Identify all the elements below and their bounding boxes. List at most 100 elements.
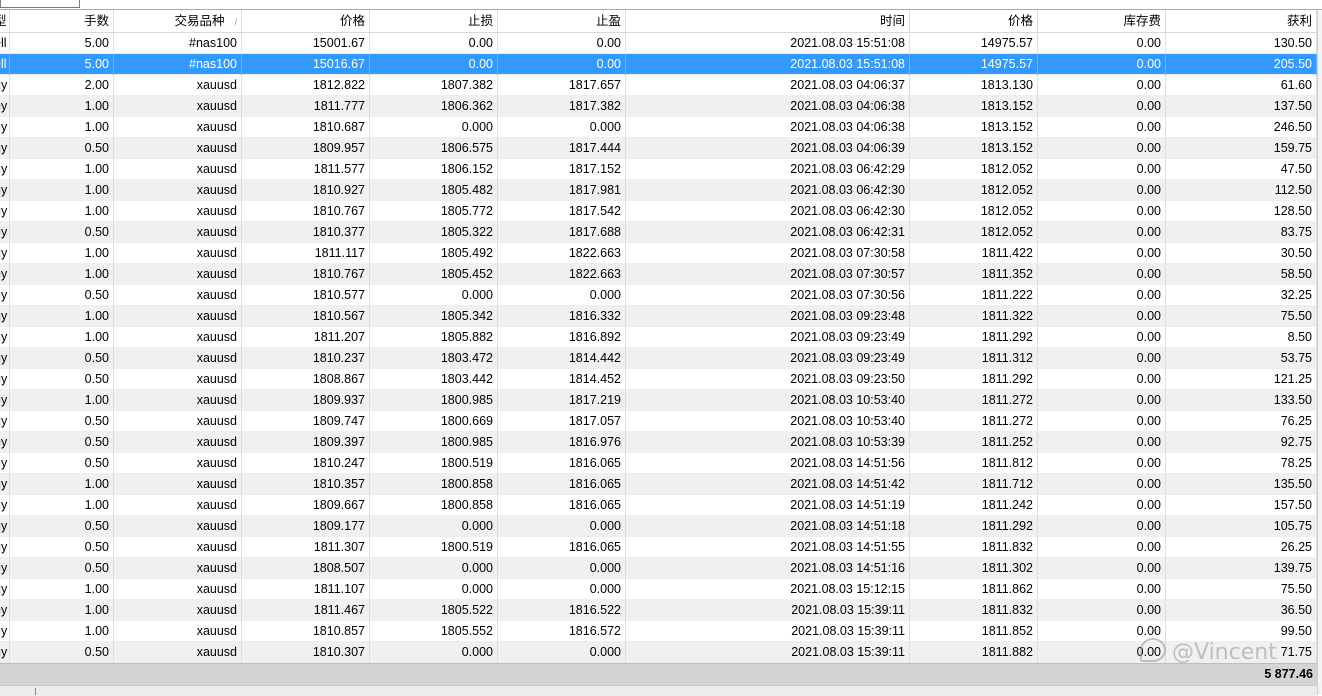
splitter-handle[interactable] bbox=[35, 688, 36, 695]
table-row[interactable]: uy1.00xauusd1810.8571805.5521816.5722021… bbox=[0, 621, 1317, 642]
table-row[interactable]: uy0.50xauusd1810.2371803.4721814.4422021… bbox=[0, 348, 1317, 369]
column-header-lots[interactable]: 手数 bbox=[10, 10, 114, 32]
cell-price: 1813.130 bbox=[910, 75, 1038, 96]
cell-open-price: 1811.777 bbox=[242, 96, 370, 117]
cell-price: 14975.57 bbox=[910, 54, 1038, 75]
cell-swap: 0.00 bbox=[1038, 327, 1166, 348]
cell-take-profit: 1816.065 bbox=[498, 453, 626, 474]
cell-stop-loss: 1803.472 bbox=[370, 348, 498, 369]
table-row[interactable]: uy1.00xauusd1810.3571800.8581816.0652021… bbox=[0, 474, 1317, 495]
table-row[interactable]: uy0.50xauusd1811.3071800.5191816.0652021… bbox=[0, 537, 1317, 558]
cell-type: uy bbox=[0, 138, 10, 159]
cell-take-profit: 1817.444 bbox=[498, 138, 626, 159]
panel-tab[interactable] bbox=[0, 0, 80, 8]
cell-swap: 0.00 bbox=[1038, 579, 1166, 600]
table-row[interactable]: uy1.00xauusd1811.4671805.5221816.5222021… bbox=[0, 600, 1317, 621]
table-row[interactable]: uy1.00xauusd1810.7671805.4521822.6632021… bbox=[0, 264, 1317, 285]
cell-lots: 1.00 bbox=[10, 579, 114, 600]
cell-price: 1813.152 bbox=[910, 138, 1038, 159]
table-row[interactable]: uy0.50xauusd1809.9571806.5751817.4442021… bbox=[0, 138, 1317, 159]
cell-lots: 1.00 bbox=[10, 600, 114, 621]
cell-type: uy bbox=[0, 243, 10, 264]
table-row[interactable]: uy2.00xauusd1812.8221807.3821817.6572021… bbox=[0, 75, 1317, 96]
cell-symbol: xauusd bbox=[114, 453, 242, 474]
column-header-price[interactable]: 价格 bbox=[910, 10, 1038, 32]
cell-price: 1811.812 bbox=[910, 453, 1038, 474]
table-row[interactable]: uy1.00xauusd1811.2071805.8821816.8922021… bbox=[0, 327, 1317, 348]
cell-type: uy bbox=[0, 159, 10, 180]
cell-lots: 5.00 bbox=[10, 33, 114, 54]
cell-lots: 1.00 bbox=[10, 474, 114, 495]
column-header-take-profit[interactable]: 止盈 bbox=[498, 10, 626, 32]
cell-lots: 0.50 bbox=[10, 348, 114, 369]
table-row[interactable]: uy0.50xauusd1808.5070.0000.0002021.08.03… bbox=[0, 558, 1317, 579]
column-header-time[interactable]: 时间 bbox=[626, 10, 910, 32]
table-row[interactable]: uy1.00xauusd1811.5771806.1521817.1522021… bbox=[0, 159, 1317, 180]
table-row[interactable]: uy1.00xauusd1810.7671805.7721817.5422021… bbox=[0, 201, 1317, 222]
table-row[interactable]: uy0.50xauusd1810.3070.0000.0002021.08.03… bbox=[0, 642, 1317, 663]
cell-swap: 0.00 bbox=[1038, 54, 1166, 75]
cell-type: uy bbox=[0, 75, 10, 96]
cell-swap: 0.00 bbox=[1038, 558, 1166, 579]
cell-price: 1811.882 bbox=[910, 642, 1038, 663]
cell-symbol: xauusd bbox=[114, 495, 242, 516]
cell-open-price: 1810.567 bbox=[242, 306, 370, 327]
cell-open-price: 1808.867 bbox=[242, 369, 370, 390]
cell-type: ell bbox=[0, 54, 10, 75]
cell-stop-loss: 1806.575 bbox=[370, 138, 498, 159]
cell-open-price: 1809.747 bbox=[242, 411, 370, 432]
column-header-profit[interactable]: 获利 bbox=[1166, 10, 1317, 32]
table-row[interactable]: uy1.00xauusd1811.1171805.4921822.6632021… bbox=[0, 243, 1317, 264]
table-row[interactable]: uy0.50xauusd1810.3771805.3221817.6882021… bbox=[0, 222, 1317, 243]
table-row[interactable]: ell5.00#nas10015016.670.000.002021.08.03… bbox=[0, 54, 1317, 75]
cell-take-profit: 1816.065 bbox=[498, 537, 626, 558]
table-row[interactable]: uy1.00xauusd1810.6870.0000.0002021.08.03… bbox=[0, 117, 1317, 138]
cell-swap: 0.00 bbox=[1038, 243, 1166, 264]
cell-lots: 1.00 bbox=[10, 390, 114, 411]
table-row[interactable]: uy1.00xauusd1809.9371800.9851817.2192021… bbox=[0, 390, 1317, 411]
table-row[interactable]: uy0.50xauusd1809.3971800.9851816.9762021… bbox=[0, 432, 1317, 453]
column-header-swap[interactable]: 库存费 bbox=[1038, 10, 1166, 32]
cell-open-price: 1810.237 bbox=[242, 348, 370, 369]
cell-price: 14975.57 bbox=[910, 33, 1038, 54]
cell-lots: 1.00 bbox=[10, 264, 114, 285]
cell-stop-loss: 1805.482 bbox=[370, 180, 498, 201]
cell-open-price: 1809.937 bbox=[242, 390, 370, 411]
table-row[interactable]: uy1.00xauusd1809.6671800.8581816.0652021… bbox=[0, 495, 1317, 516]
table-row[interactable]: uy0.50xauusd1809.1770.0000.0002021.08.03… bbox=[0, 516, 1317, 537]
cell-profit: 53.75 bbox=[1166, 348, 1317, 369]
cell-open-price: 1811.577 bbox=[242, 159, 370, 180]
cell-open-price: 1809.177 bbox=[242, 516, 370, 537]
cell-swap: 0.00 bbox=[1038, 600, 1166, 621]
cell-price: 1812.052 bbox=[910, 222, 1038, 243]
vertical-scrollbar[interactable] bbox=[1317, 10, 1322, 695]
total-bar: 5 877.46 bbox=[0, 663, 1317, 685]
cell-take-profit: 0.000 bbox=[498, 642, 626, 663]
table-row[interactable]: uy1.00xauusd1811.7771806.3621817.3822021… bbox=[0, 96, 1317, 117]
table-row[interactable]: uy1.00xauusd1810.5671805.3421816.3322021… bbox=[0, 306, 1317, 327]
table-row[interactable]: uy0.50xauusd1810.5770.0000.0002021.08.03… bbox=[0, 285, 1317, 306]
column-header-open-price[interactable]: 价格 bbox=[242, 10, 370, 32]
cell-open-price: 1810.357 bbox=[242, 474, 370, 495]
column-header-type[interactable]: 型 bbox=[0, 10, 10, 32]
cell-profit: 112.50 bbox=[1166, 180, 1317, 201]
cell-type: uy bbox=[0, 390, 10, 411]
table-row[interactable]: uy1.00xauusd1810.9271805.4821817.9812021… bbox=[0, 180, 1317, 201]
cell-symbol: xauusd bbox=[114, 474, 242, 495]
table-row[interactable]: uy0.50xauusd1809.7471800.6691817.0572021… bbox=[0, 411, 1317, 432]
cell-stop-loss: 1800.858 bbox=[370, 495, 498, 516]
column-header-symbol[interactable]: 交易品种 / bbox=[114, 10, 242, 32]
table-row[interactable]: uy0.50xauusd1808.8671803.4421814.4522021… bbox=[0, 369, 1317, 390]
table-row[interactable]: uy0.50xauusd1810.2471800.5191816.0652021… bbox=[0, 453, 1317, 474]
watermark-text: @Vincent bbox=[1172, 640, 1277, 665]
column-header-stop-loss[interactable]: 止损 bbox=[370, 10, 498, 32]
cell-lots: 1.00 bbox=[10, 159, 114, 180]
table-row[interactable]: uy1.00xauusd1811.1070.0000.0002021.08.03… bbox=[0, 579, 1317, 600]
cell-profit: 8.50 bbox=[1166, 327, 1317, 348]
cell-lots: 1.00 bbox=[10, 96, 114, 117]
cell-swap: 0.00 bbox=[1038, 201, 1166, 222]
cell-lots: 0.50 bbox=[10, 516, 114, 537]
cell-type: uy bbox=[0, 453, 10, 474]
table-row[interactable]: ell5.00#nas10015001.670.000.002021.08.03… bbox=[0, 33, 1317, 54]
cell-swap: 0.00 bbox=[1038, 516, 1166, 537]
